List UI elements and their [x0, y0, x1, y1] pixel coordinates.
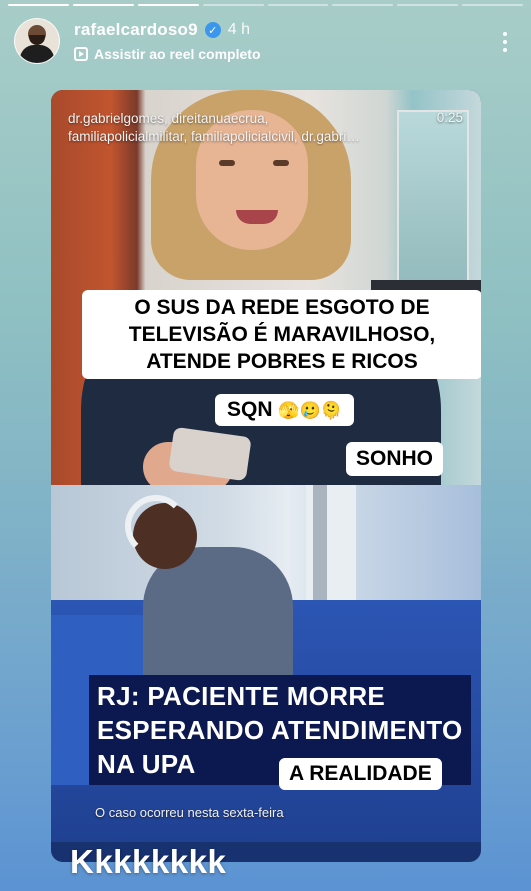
progress-segment	[8, 4, 69, 6]
username[interactable]: rafaelcardoso9	[74, 20, 198, 40]
story-text-overlay: Kkkkkkkk	[70, 843, 227, 880]
reel-icon	[74, 47, 88, 61]
progress-segment	[137, 4, 199, 6]
post-time: 4 h	[227, 21, 251, 38]
news-subtitle: O caso ocorreu nesta sexta-feira	[95, 805, 284, 820]
progress-segment	[202, 4, 264, 6]
user-row: rafaelcardoso9 ✓ 4 h	[74, 20, 250, 40]
progress-segment	[462, 4, 523, 6]
verified-badge-icon: ✓	[204, 22, 221, 38]
more-options-icon[interactable]	[503, 32, 507, 56]
story-progress-bar	[8, 4, 523, 6]
progress-segment	[72, 4, 134, 6]
reel-media-card[interactable]: dr.gabrielgomes, direitanuaecrua, famili…	[51, 90, 481, 862]
caption-emojis: 🫣🥲🫠	[278, 401, 342, 420]
watch-reel-link[interactable]: Assistir ao reel completo	[74, 46, 261, 62]
avatar[interactable]	[14, 18, 60, 64]
caption-main: O SUS DA REDE ESGOTO DE TELEVISÃO É MARA…	[82, 290, 481, 379]
label-sonho: SONHO	[346, 442, 444, 476]
progress-segment	[267, 4, 329, 6]
video-duration: 0:25	[436, 110, 463, 125]
video-tags: dr.gabrielgomes, direitanuaecrua, famili…	[68, 110, 468, 146]
caption-sqn-text: SQN	[227, 398, 273, 421]
caption-sqn: SQN 🫣🥲🫠	[215, 394, 354, 426]
label-realidade: A REALIDADE	[279, 758, 442, 790]
story-header: rafaelcardoso9 ✓ 4 h Assistir ao reel co…	[14, 14, 517, 66]
news-line-1: RJ: PACIENTE MORRE	[97, 681, 386, 711]
tags-line-1: dr.gabrielgomes, direitanuaecrua,	[68, 111, 269, 126]
progress-segment	[397, 4, 459, 6]
news-line-2: ESPERANDO ATENDIMENTO	[97, 715, 463, 745]
watch-reel-label[interactable]: Assistir ao reel completo	[94, 46, 261, 62]
tags-line-2: familiapolicialmilitar, familiapolicialc…	[68, 129, 360, 144]
progress-segment	[332, 4, 394, 6]
